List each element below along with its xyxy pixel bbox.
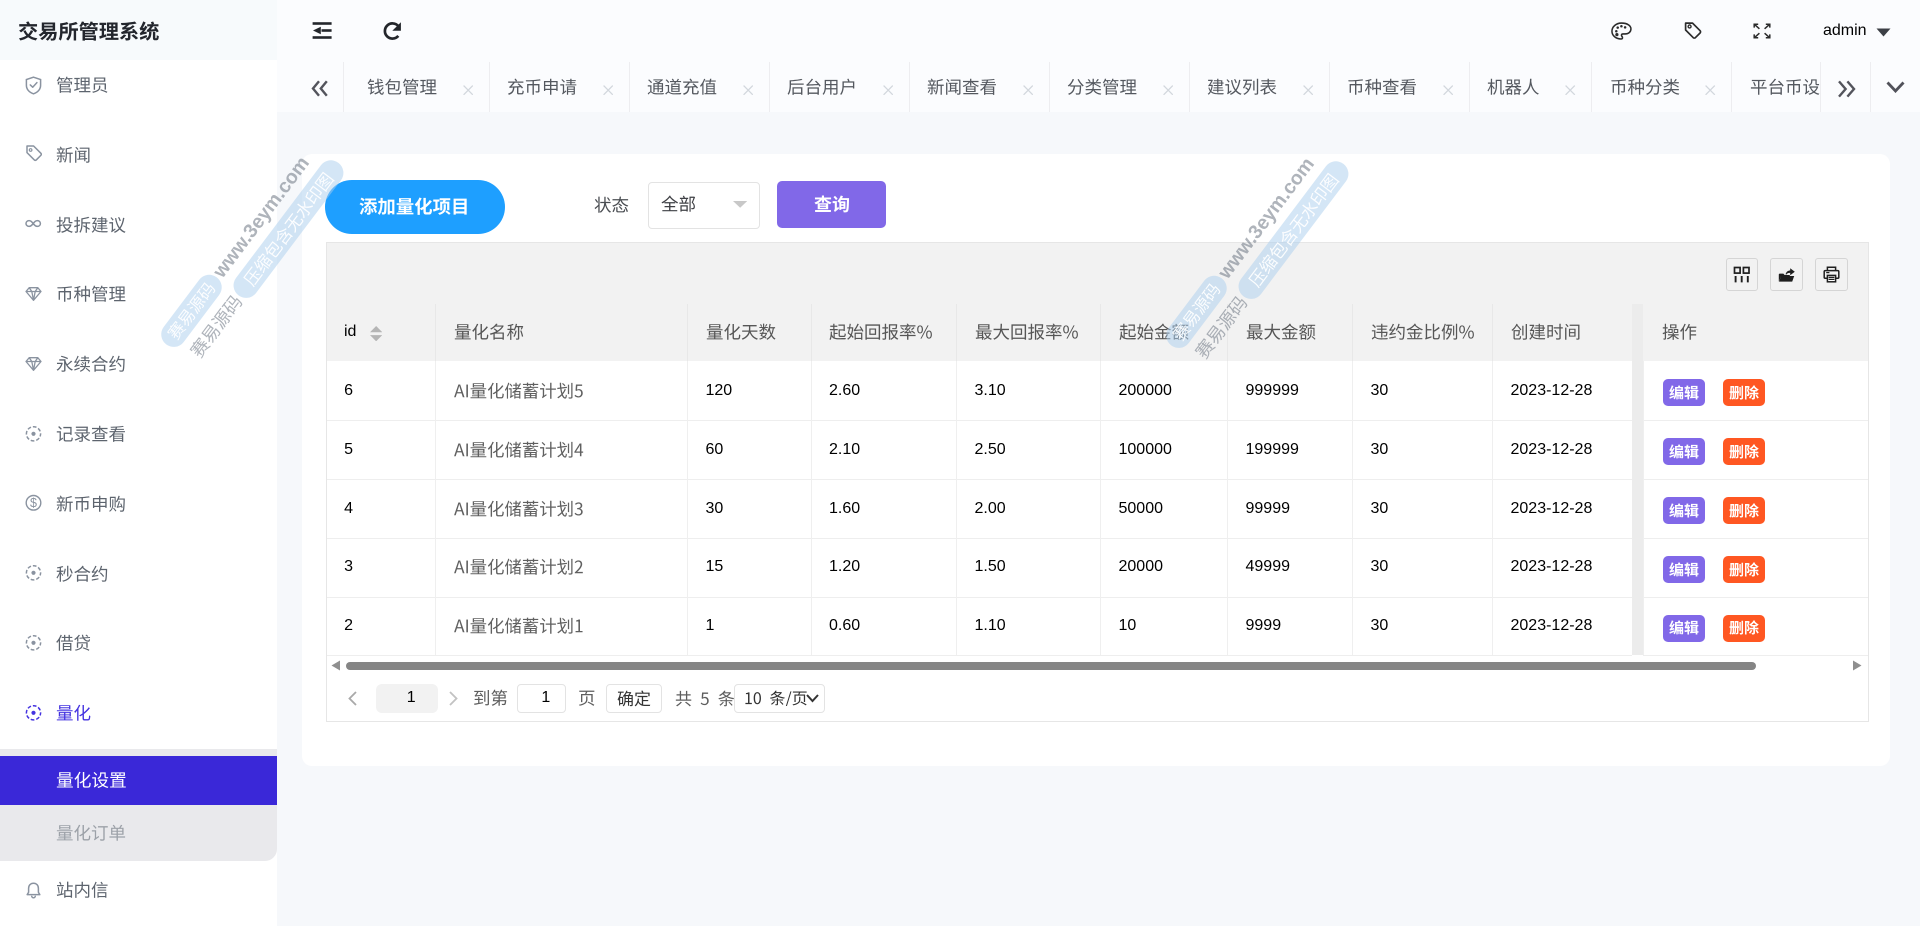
svg-text:$: $ (30, 496, 37, 510)
